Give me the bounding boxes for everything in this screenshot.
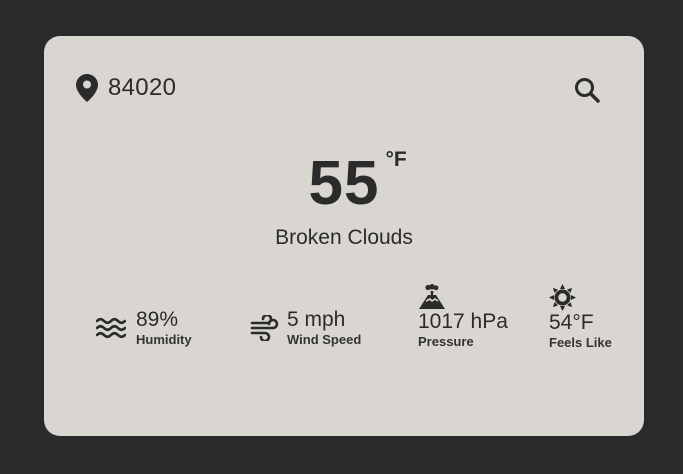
pressure-value: 1017 hPa bbox=[418, 310, 508, 333]
wind-icon bbox=[250, 315, 279, 341]
feels-like-stat: 54°F Feels Like bbox=[549, 284, 612, 351]
location-header: 84020 bbox=[76, 74, 176, 102]
weather-card: 84020 55 °F Broken Clouds 89% Humidity 5… bbox=[44, 36, 644, 436]
map-pin-icon bbox=[76, 74, 98, 102]
volcano-pressure-icon bbox=[418, 284, 508, 310]
pressure-label: Pressure bbox=[418, 334, 474, 349]
wind-label: Wind Speed bbox=[287, 332, 362, 347]
humidity-waves-icon bbox=[96, 317, 126, 339]
humidity-stat: 89% Humidity bbox=[96, 308, 192, 348]
wind-stat: 5 mph Wind Speed bbox=[250, 308, 361, 348]
current-conditions: 55 °F Broken Clouds bbox=[44, 146, 644, 250]
weather-description: Broken Clouds bbox=[275, 226, 413, 249]
location-zip: 84020 bbox=[108, 74, 177, 101]
wind-value: 5 mph bbox=[287, 308, 346, 331]
humidity-label: Humidity bbox=[136, 332, 192, 347]
sun-icon bbox=[549, 284, 612, 311]
temperature-unit: °F bbox=[385, 148, 407, 171]
search-icon[interactable] bbox=[574, 77, 600, 103]
pressure-stat: 1017 hPa Pressure bbox=[418, 284, 508, 350]
feels-like-value: 54°F bbox=[549, 311, 594, 334]
feels-like-label: Feels Like bbox=[549, 335, 612, 350]
temperature-value: 55 bbox=[308, 149, 380, 218]
humidity-value: 89% bbox=[136, 308, 179, 331]
